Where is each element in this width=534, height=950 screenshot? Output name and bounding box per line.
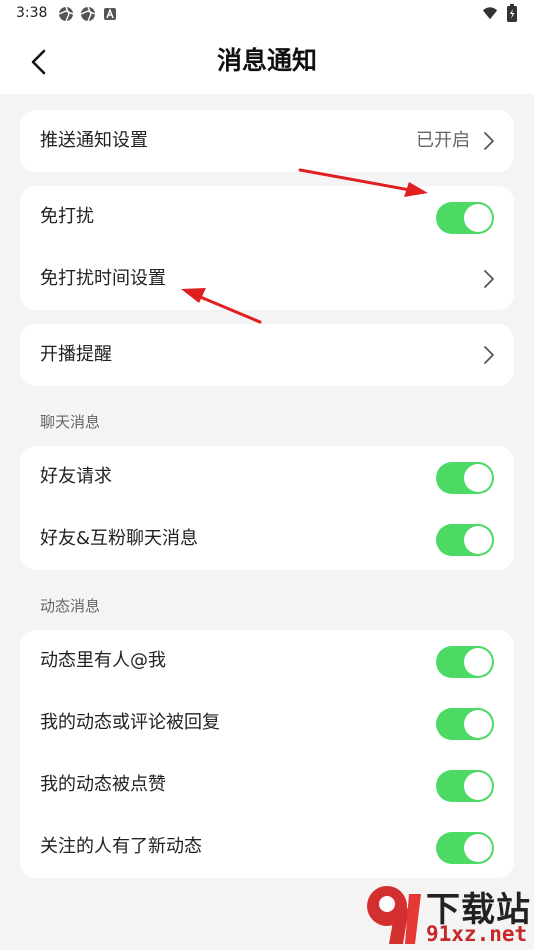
reply-toggle[interactable] <box>436 708 494 740</box>
toggle-knob <box>464 772 492 800</box>
dnd-card: 免打扰 免打扰时间设置 <box>20 186 514 310</box>
watermark-domain: 91xz.net <box>426 922 528 946</box>
dnd-label: 免打扰 <box>40 206 94 227</box>
like-label: 我的动态被点赞 <box>40 774 166 795</box>
feed-section-header: 动态消息 <box>40 597 101 615</box>
notification-icons <box>58 6 118 22</box>
toggle-knob <box>464 464 492 492</box>
aperture-icon <box>80 6 96 22</box>
live-reminder-row[interactable]: 开播提醒 <box>20 324 514 386</box>
chevron-right-icon <box>484 132 494 150</box>
watermark: 下载站 91xz.net <box>359 880 534 950</box>
reply-label: 我的动态或评论被回复 <box>40 712 220 733</box>
toggle-knob <box>464 834 492 862</box>
watermark-logo <box>367 886 421 944</box>
toggle-knob <box>464 648 492 676</box>
mention-row: 动态里有人@我 <box>20 630 514 692</box>
dnd-time-row[interactable]: 免打扰时间设置 <box>20 248 514 310</box>
push-settings-row[interactable]: 推送通知设置 已开启 <box>20 110 514 172</box>
chat-card: 好友请求 好友&互粉聊天消息 <box>20 446 514 570</box>
status-time: 3:38 <box>16 5 48 21</box>
push-settings-status: 已开启 <box>416 130 470 151</box>
system-icons <box>482 4 520 22</box>
following-update-row: 关注的人有了新动态 <box>20 816 514 878</box>
page-title: 消息通知 <box>216 46 317 75</box>
like-row: 我的动态被点赞 <box>20 754 514 816</box>
friend-request-row: 好友请求 <box>20 446 514 508</box>
a-badge-icon <box>102 6 118 22</box>
toggle-knob <box>464 710 492 738</box>
friend-chat-label: 好友&互粉聊天消息 <box>40 528 199 549</box>
dnd-toggle[interactable] <box>436 202 494 234</box>
friend-chat-toggle[interactable] <box>436 524 494 556</box>
toggle-knob <box>464 204 492 232</box>
live-reminder-card: 开播提醒 <box>20 324 514 386</box>
wifi-icon <box>482 5 498 21</box>
dnd-row: 免打扰 <box>20 186 514 248</box>
mention-label: 动态里有人@我 <box>40 650 166 671</box>
chat-section-header: 聊天消息 <box>40 413 101 431</box>
like-toggle[interactable] <box>436 770 494 802</box>
chevron-right-icon <box>484 270 494 288</box>
status-bar: 3:38 <box>0 0 534 30</box>
reply-row: 我的动态或评论被回复 <box>20 692 514 754</box>
feed-card: 动态里有人@我 我的动态或评论被回复 我的动态被点赞 关注的人有了新动态 <box>20 630 514 878</box>
mention-toggle[interactable] <box>436 646 494 678</box>
friend-chat-row: 好友&互粉聊天消息 <box>20 508 514 570</box>
following-update-toggle[interactable] <box>436 832 494 864</box>
toggle-knob <box>464 526 492 554</box>
app-bar: 消息通知 <box>0 30 534 94</box>
live-reminder-label: 开播提醒 <box>40 344 112 365</box>
push-settings-card: 推送通知设置 已开启 <box>20 110 514 172</box>
chevron-right-icon <box>484 346 494 364</box>
aperture-icon <box>58 6 74 22</box>
dnd-time-label: 免打扰时间设置 <box>40 268 166 289</box>
push-settings-label: 推送通知设置 <box>40 130 148 151</box>
battery-icon <box>504 4 520 22</box>
following-update-label: 关注的人有了新动态 <box>40 836 202 857</box>
friend-request-label: 好友请求 <box>40 466 112 487</box>
friend-request-toggle[interactable] <box>436 462 494 494</box>
